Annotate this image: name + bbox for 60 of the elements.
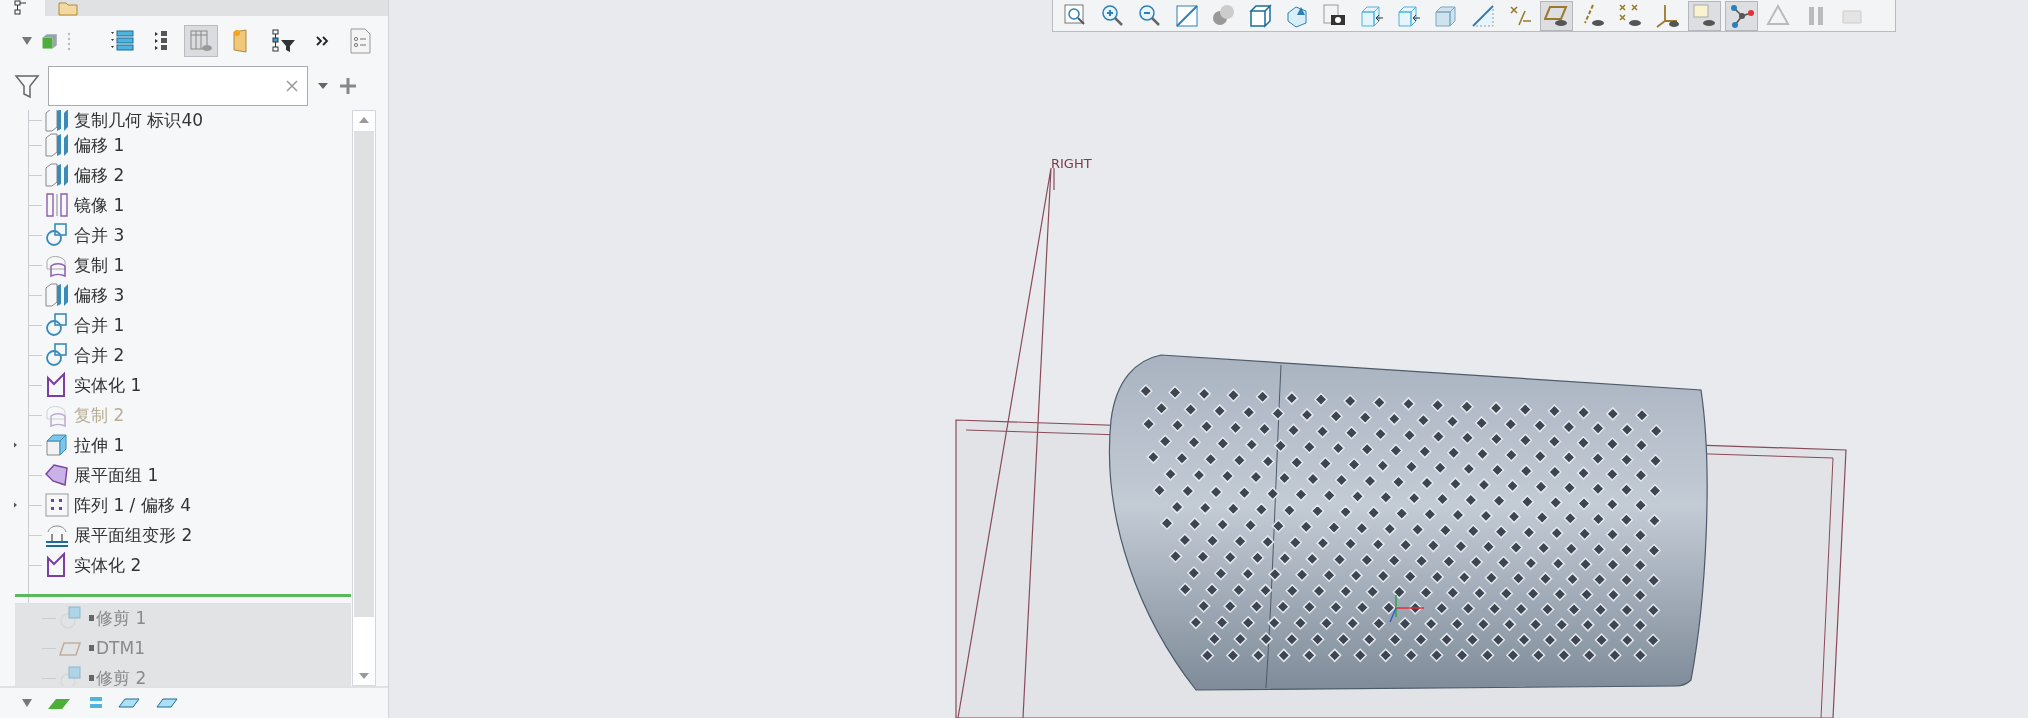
feature-name[interactable]: 合并 3 [74,223,125,247]
feature-name[interactable]: 复制 1 [74,253,125,277]
caret-icon[interactable] [20,35,32,47]
feature-name[interactable]: 合并 1 [74,313,125,337]
panel-tab[interactable] [0,0,45,16]
feature-name[interactable]: 镜像 1 [74,193,125,217]
trim-feature-icon [58,665,84,686]
copy-geom-feature-icon [44,110,70,133]
status-marker-icon [88,614,96,622]
pattern-feature-icon [44,492,70,518]
scrollbar[interactable] [352,110,376,686]
grip-icon [66,30,72,52]
status-marker-icon [88,644,96,652]
spin-center-icon [1728,2,1755,29]
offset-feature-icon [44,132,70,158]
tag-display-icon [1691,2,1718,29]
search-field[interactable] [48,66,308,106]
merge-feature-icon [44,342,70,368]
plane-icon[interactable] [116,695,142,711]
feature-name[interactable]: 展平面组变形 2 [74,523,193,547]
trim-feature-icon [58,605,84,631]
insert-marker[interactable] [15,594,351,597]
offset-feature-icon [44,162,70,188]
feature-name[interactable]: 偏移 3 [74,283,125,307]
caret-icon[interactable] [20,697,34,709]
csys-display-icon [1654,2,1681,29]
feature-name[interactable]: 展平面组 1 [74,463,159,487]
mirror-feature-icon [44,192,70,218]
extrude-feature-icon [44,432,70,458]
clear-icon[interactable] [285,79,299,93]
flatten-deform-feature-icon [44,522,70,548]
status-marker-icon [88,674,96,682]
merge-feature-icon [44,222,70,248]
merge-feature-icon [44,312,70,338]
columns-icon [189,29,213,53]
feature-name[interactable]: 偏移 2 [74,163,125,187]
list-icon [109,29,135,53]
feature-name[interactable]: 复制几何 标识40 [74,110,204,132]
feature-name[interactable]: 实体化 2 [74,553,142,577]
tree-filter-icon [271,28,297,54]
offset-feature-icon [44,282,70,308]
view-tool-button[interactable] [1725,0,1758,31]
filter-icon[interactable] [14,73,40,99]
plane-icon[interactable] [154,695,180,711]
add-icon[interactable] [338,76,358,96]
feature-name[interactable]: 实体化 1 [74,373,142,397]
document-icon [349,27,373,55]
flatten-feature-icon [44,462,70,488]
coordinate-axes-icon [1389,594,1425,623]
caret-icon[interactable] [316,81,330,91]
more-icon [315,34,331,48]
feature-name[interactable]: 合并 2 [74,343,125,367]
view-tool-button[interactable] [1688,0,1721,31]
folder-icon [56,0,79,16]
view-tool-button[interactable] [1540,0,1573,31]
datum-plane-label: RIGHT [1051,156,1092,171]
feature-name[interactable]: 拉伸 1 [74,433,125,457]
point-display-icon [1617,2,1644,29]
feature-name[interactable]: 偏移 1 [74,133,125,157]
feature-name[interactable]: 阵列 1 / 偏移 4 [74,493,191,517]
